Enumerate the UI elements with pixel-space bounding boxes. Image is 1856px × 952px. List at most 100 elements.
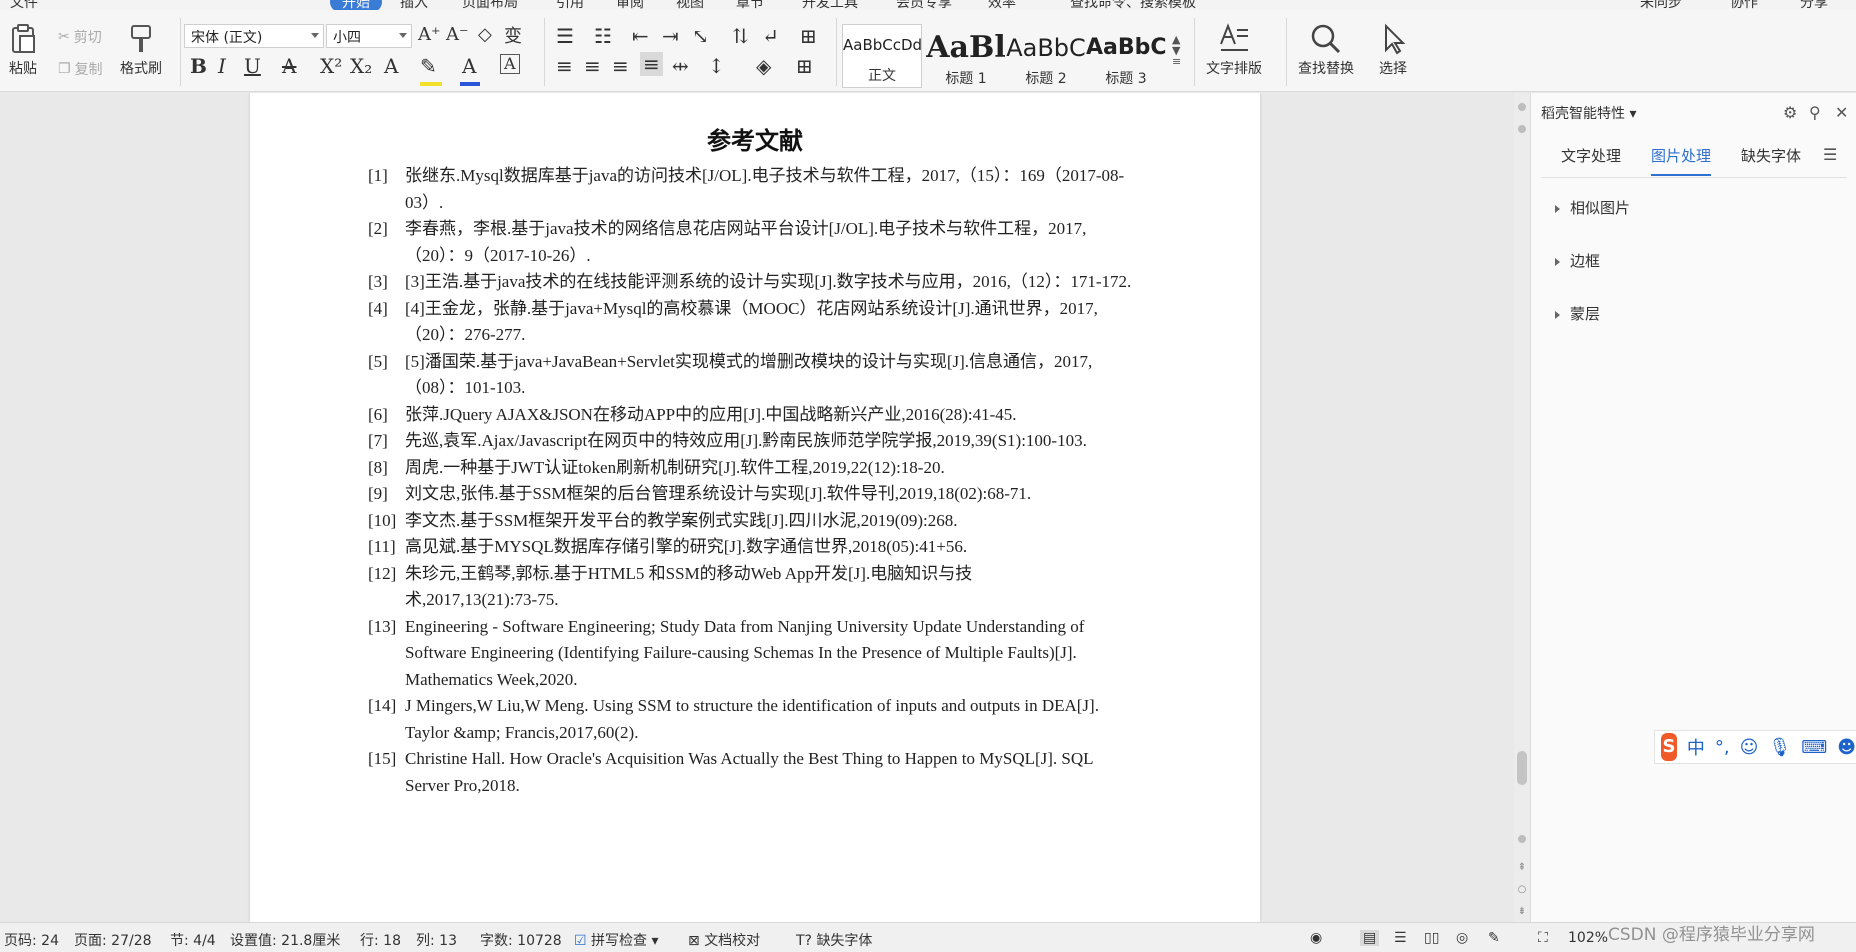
style-heading-3[interactable]: AaBbC 标题 3 <box>1086 28 1166 92</box>
font-name-select[interactable]: 宋体 (正文) <box>184 24 324 48</box>
microphone-icon[interactable]: 🎙 <box>1768 737 1791 758</box>
text-effect-icon[interactable]: A <box>384 54 398 78</box>
sogou-logo-icon[interactable]: S <box>1661 733 1677 761</box>
shrink-font-icon[interactable]: A⁻ <box>446 24 469 45</box>
ime-language[interactable]: 中 <box>1687 734 1705 760</box>
close-icon[interactable]: ✕ <box>1835 103 1848 122</box>
tab-page-layout[interactable]: 页面布局 <box>462 0 518 10</box>
justify-icon[interactable]: ≡ <box>640 52 663 76</box>
command-search[interactable]: 查找命令、搜索模板 <box>1070 0 1196 10</box>
format-painter-button[interactable]: 格式刷 <box>120 22 162 78</box>
distribute-icon[interactable]: ⇹ <box>672 54 689 78</box>
highlight-icon[interactable]: ✎ <box>420 54 437 78</box>
missing-font-button[interactable]: T? 缺失字体 <box>796 930 872 950</box>
table-grid-icon[interactable]: ⊞ <box>800 24 817 48</box>
chinese-layout-icon[interactable]: ⤡ <box>692 24 709 48</box>
section-similar-images[interactable]: 相似图片 <box>1555 197 1630 218</box>
scroll-up-icon[interactable] <box>1518 103 1526 111</box>
keyboard-icon[interactable]: ⌨ <box>1801 737 1827 758</box>
show-marks-icon[interactable]: ↵ <box>762 24 779 48</box>
document-page[interactable]: 参考文献 [1] 张继东.Mysql数据库基于java的访问技术[J/OL].电子… <box>250 93 1260 922</box>
spell-check-button[interactable]: ☑ 拼写检查 ▾ <box>574 930 659 950</box>
eye-protection-icon[interactable]: ◉ <box>1310 930 1322 946</box>
status-setting[interactable]: 设置值: 21.8厘米 <box>230 930 340 950</box>
borders-icon[interactable]: ⊞ <box>796 54 813 78</box>
web-view-icon[interactable]: ◎ <box>1456 930 1468 946</box>
page-view-icon[interactable]: ▤ <box>1360 930 1380 946</box>
grow-font-icon[interactable]: A⁺ <box>418 24 441 45</box>
sync-status[interactable]: 未同步 <box>1640 0 1682 10</box>
increase-indent-icon[interactable]: ⇥ <box>662 24 679 48</box>
zoom-level[interactable]: 102% <box>1568 930 1608 946</box>
shading-icon[interactable]: ◈ <box>756 54 771 78</box>
status-section[interactable]: 节: 4/4 <box>170 930 216 950</box>
line-spacing-icon[interactable]: ↕ <box>708 54 725 78</box>
char-border-icon[interactable]: A <box>500 54 520 74</box>
punctuation-icon[interactable]: °, <box>1715 737 1730 758</box>
paste-button[interactable]: 粘贴 <box>6 22 40 78</box>
decrease-indent-icon[interactable]: ⇤ <box>632 24 649 48</box>
tab-view[interactable]: 视图 <box>676 0 704 10</box>
vertical-scrollbar[interactable]: ⇞ ○ ⇟ <box>1514 93 1530 922</box>
copy-button[interactable]: ❐ 复制 <box>58 59 103 79</box>
style-heading-1[interactable]: AaBl 标题 1 <box>926 28 1006 92</box>
numbered-list-icon[interactable]: ☷ <box>594 24 612 48</box>
status-row[interactable]: 行: 18 <box>360 930 401 950</box>
write-view-icon[interactable]: ✎ <box>1488 930 1500 946</box>
gallery-scroll-icon[interactable]: ▲ ▼ ≡ <box>1172 34 1181 67</box>
align-center-icon[interactable]: ≡ <box>584 54 601 78</box>
tab-home[interactable]: 开始 <box>330 0 382 10</box>
status-col[interactable]: 列: 13 <box>416 930 457 950</box>
fit-page-icon[interactable]: ⛶ <box>1538 930 1548 946</box>
font-size-select[interactable]: 小四 <box>326 24 412 48</box>
task-pane-title[interactable]: 稻壳智能特性 ▾ <box>1541 103 1636 123</box>
tab-member[interactable]: 会员专享 <box>896 0 952 10</box>
strikethrough-icon[interactable]: A <box>282 54 296 78</box>
tab-developer[interactable]: 开发工具 <box>802 0 858 10</box>
superscript-icon[interactable]: X² <box>320 54 342 78</box>
read-view-icon[interactable]: ▯▯ <box>1424 930 1439 946</box>
style-normal[interactable]: AaBbCcDd 正文 <box>842 24 922 88</box>
sort-icon[interactable]: ⇅ <box>732 24 749 48</box>
tab-references[interactable]: 引用 <box>556 0 584 10</box>
italic-icon[interactable]: I <box>218 54 226 78</box>
font-color-icon[interactable]: A <box>462 54 476 78</box>
underline-icon[interactable]: U <box>244 54 261 78</box>
status-page[interactable]: 页面: 27/28 <box>74 930 152 950</box>
tab-image-processing[interactable]: 图片处理 <box>1651 145 1712 176</box>
outline-view-icon[interactable]: ☰ <box>1394 930 1407 946</box>
align-left-icon[interactable]: ≡ <box>556 54 573 78</box>
phonetic-guide-icon[interactable]: 变 <box>504 22 522 48</box>
status-word-count[interactable]: 字数: 10728 <box>480 930 562 950</box>
tab-text-processing[interactable]: 文字处理 <box>1561 145 1621 166</box>
section-border[interactable]: 边框 <box>1555 250 1600 271</box>
pin-icon[interactable]: ⚲ <box>1809 103 1821 122</box>
ime-toolbar[interactable]: S 中 °, ☺ 🎙 ⌨ ☻ <box>1654 730 1856 764</box>
scroll-thumb[interactable] <box>1517 751 1527 785</box>
cut-button[interactable]: ✂ 剪切 <box>58 27 102 47</box>
tab-review[interactable]: 审阅 <box>616 0 644 10</box>
tab-missing-fonts[interactable]: 缺失字体 <box>1741 145 1801 166</box>
page-nav-icons[interactable]: ⇞ ○ ⇟ <box>1517 857 1527 923</box>
menu-icon[interactable]: ☰ <box>1823 145 1837 164</box>
find-replace-button[interactable]: 查找替换 <box>1298 22 1354 78</box>
align-right-icon[interactable]: ≡ <box>612 54 629 78</box>
user-icon[interactable]: ☻ <box>1837 737 1856 758</box>
tab-efficiency[interactable]: 效率 <box>988 0 1016 10</box>
emoji-icon[interactable]: ☺ <box>1740 737 1759 758</box>
subscript-icon[interactable]: X₂ <box>350 54 372 78</box>
share-button[interactable]: 分享 <box>1800 0 1828 10</box>
gear-icon[interactable]: ⚙ <box>1783 103 1797 122</box>
bullet-list-icon[interactable]: ☰ <box>556 24 574 48</box>
tab-insert[interactable]: 插入 <box>400 0 428 10</box>
section-mask[interactable]: 蒙层 <box>1555 303 1600 324</box>
tab-chapter[interactable]: 章节 <box>736 0 764 10</box>
text-layout-button[interactable]: 文字排版 <box>1206 22 1262 78</box>
clear-format-icon[interactable]: ◇ <box>478 24 492 45</box>
status-page-code[interactable]: 页码: 24 <box>4 930 59 950</box>
style-heading-2[interactable]: AaBbC 标题 2 <box>1006 28 1086 92</box>
file-menu[interactable]: 文件 <box>10 0 38 10</box>
doc-proof-button[interactable]: ⊠ 文档校对 <box>688 930 760 950</box>
document-area[interactable]: 参考文献 [1] 张继东.Mysql数据库基于java的访问技术[J/OL].电子… <box>0 93 1530 922</box>
select-button[interactable]: 选择 <box>1378 22 1408 78</box>
